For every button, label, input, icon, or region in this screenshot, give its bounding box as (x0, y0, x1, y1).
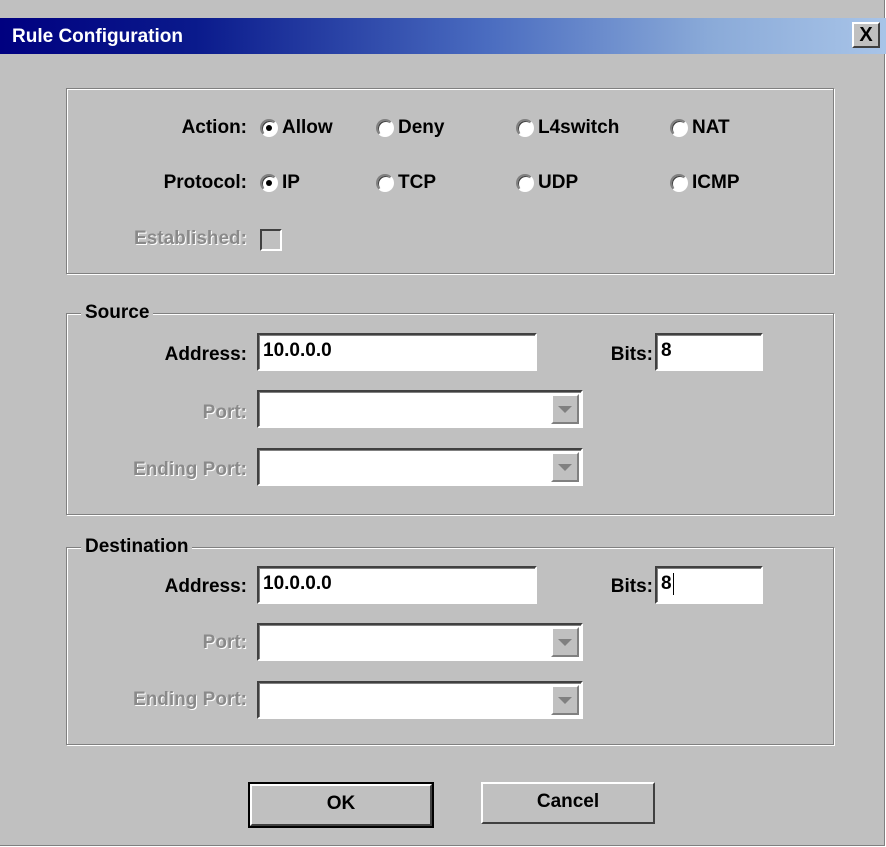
radio-unselected-icon (670, 119, 688, 137)
source-group: Source Address: 10.0.0.0 Bits: 8 Port: E… (66, 302, 834, 515)
rule-options-group: Action: Allow Deny L4switch NAT Protocol… (66, 88, 834, 274)
radio-label: NAT (692, 117, 730, 138)
destination-address-input[interactable]: 10.0.0.0 (257, 566, 537, 604)
destination-port-label: Port: (202, 632, 247, 653)
radio-label: ICMP (692, 172, 740, 193)
radio-label: UDP (538, 172, 579, 193)
radio-unselected-icon (516, 119, 534, 137)
dropdown-arrow-icon[interactable] (551, 627, 579, 657)
radio-unselected-icon (376, 174, 394, 192)
destination-legend: Destination (81, 536, 193, 558)
window-title: Rule Configuration (12, 26, 183, 47)
destination-group: Destination Address: 10.0.0.0 Bits: 8 Po… (66, 536, 834, 745)
rule-configuration-dialog: Rule Configuration X Action: Allow Deny … (0, 0, 886, 846)
dropdown-arrow-icon[interactable] (551, 685, 579, 715)
established-checkbox[interactable] (260, 229, 282, 251)
destination-bits-value: 8 (661, 573, 672, 594)
ok-button[interactable]: OK (248, 782, 434, 828)
radio-label: Deny (398, 117, 445, 138)
destination-address-value: 10.0.0.0 (263, 573, 332, 594)
dropdown-arrow-icon[interactable] (551, 452, 579, 482)
radio-label: IP (282, 172, 300, 193)
source-address-label: Address: (164, 344, 247, 365)
destination-port-dropdown[interactable] (257, 623, 583, 661)
radio-unselected-icon (670, 174, 688, 192)
protocol-radio-icmp[interactable]: ICMP (670, 172, 740, 194)
source-port-label: Port: (202, 402, 247, 423)
source-ending-port-dropdown[interactable] (257, 448, 583, 486)
source-bits-value: 8 (661, 340, 672, 361)
radio-unselected-icon (516, 174, 534, 192)
destination-address-label: Address: (164, 576, 247, 597)
established-label: Established: (134, 228, 247, 249)
source-legend: Source (81, 302, 154, 324)
radio-label: TCP (398, 172, 436, 193)
protocol-radio-tcp[interactable]: TCP (376, 172, 436, 194)
action-radio-allow[interactable]: Allow (260, 117, 333, 139)
source-bits-label: Bits: (610, 344, 653, 365)
destination-bits-label: Bits: (610, 576, 653, 597)
title-bar[interactable]: Rule Configuration X (0, 18, 886, 54)
source-bits-input[interactable]: 8 (655, 333, 763, 371)
action-radio-deny[interactable]: Deny (376, 117, 444, 139)
action-radio-nat[interactable]: NAT (670, 117, 730, 139)
radio-selected-icon (260, 119, 278, 137)
cancel-button[interactable]: Cancel (481, 782, 655, 824)
destination-ending-port-dropdown[interactable] (257, 681, 583, 719)
source-address-value: 10.0.0.0 (263, 340, 332, 361)
destination-ending-port-label: Ending Port: (133, 689, 247, 710)
destination-bits-input[interactable]: 8 (655, 566, 763, 604)
action-radio-l4switch[interactable]: L4switch (516, 117, 619, 139)
radio-label: Allow (282, 117, 333, 138)
source-ending-port-label: Ending Port: (133, 459, 247, 480)
protocol-radio-udp[interactable]: UDP (516, 172, 578, 194)
radio-label: L4switch (538, 117, 620, 138)
action-label: Action: (181, 117, 247, 138)
text-cursor (672, 572, 674, 595)
protocol-label: Protocol: (163, 172, 247, 193)
source-address-input[interactable]: 10.0.0.0 (257, 333, 537, 371)
close-button[interactable]: X (852, 22, 880, 48)
protocol-radio-ip[interactable]: IP (260, 172, 300, 194)
source-port-dropdown[interactable] (257, 390, 583, 428)
radio-selected-icon (260, 174, 278, 192)
radio-unselected-icon (376, 119, 394, 137)
dropdown-arrow-icon[interactable] (551, 394, 579, 424)
